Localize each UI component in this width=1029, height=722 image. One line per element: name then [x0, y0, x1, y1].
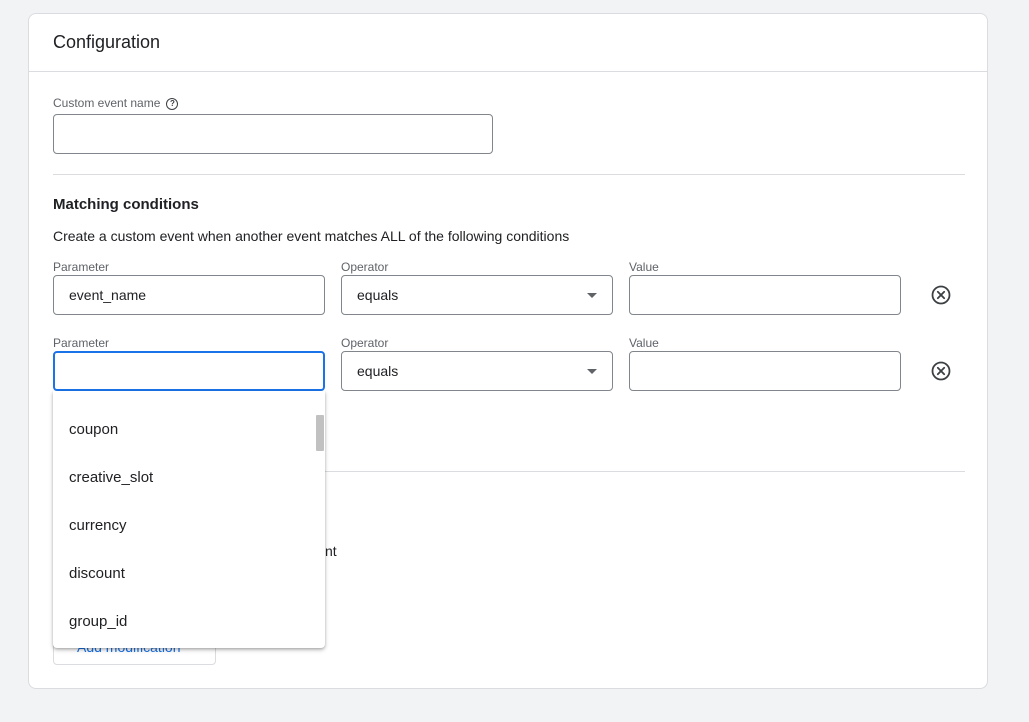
operator-label: Operator — [341, 336, 389, 350]
scrollbar-thumb[interactable] — [316, 415, 324, 451]
operator-select[interactable]: equals — [341, 275, 613, 315]
parameter-input[interactable]: event_name — [53, 275, 325, 315]
suggestion-list: content_type coupon creative_slot curren… — [53, 391, 325, 646]
card-title: Configuration — [53, 32, 161, 52]
value-input[interactable] — [629, 275, 901, 315]
operator-selected-value: equals — [357, 287, 399, 303]
partial-text: nt — [325, 543, 337, 559]
operator-select[interactable]: equals — [341, 351, 613, 391]
custom-event-name-label-row: Custom event name? — [53, 96, 179, 110]
value-input[interactable] — [629, 351, 901, 391]
parameter-suggestions-dropdown: content_type coupon creative_slot curren… — [53, 391, 325, 648]
custom-event-name-label: Custom event name — [53, 96, 161, 110]
suggestion-item[interactable]: currency — [53, 502, 325, 550]
matching-conditions-description: Create a custom event when another event… — [53, 228, 570, 244]
chevron-down-icon — [587, 369, 597, 374]
close-circle-icon[interactable] — [931, 361, 951, 381]
suggestion-item[interactable]: group_id — [53, 598, 325, 646]
suggestion-item[interactable]: content_type — [53, 391, 325, 406]
parameter-label: Parameter — [53, 260, 110, 274]
chevron-down-icon — [587, 293, 597, 298]
parameter-label: Parameter — [53, 336, 110, 350]
section-divider — [53, 174, 965, 175]
custom-event-name-input[interactable] — [53, 114, 493, 154]
help-icon[interactable]: ? — [166, 98, 179, 110]
card-header: Configuration — [29, 14, 987, 72]
configuration-card: Configuration Custom event name? Matchin… — [28, 13, 988, 689]
dropdown-scrollbar[interactable] — [315, 391, 325, 648]
operator-label: Operator — [341, 260, 389, 274]
suggestion-item[interactable]: discount — [53, 550, 325, 598]
value-label: Value — [629, 336, 659, 350]
suggestion-item[interactable]: coupon — [53, 406, 325, 454]
value-label: Value — [629, 260, 659, 274]
matching-conditions-title: Matching conditions — [53, 196, 199, 213]
close-circle-icon[interactable] — [931, 285, 951, 305]
suggestion-item[interactable]: creative_slot — [53, 454, 325, 502]
operator-selected-value: equals — [357, 363, 399, 379]
parameter-input-focused[interactable] — [53, 351, 325, 391]
